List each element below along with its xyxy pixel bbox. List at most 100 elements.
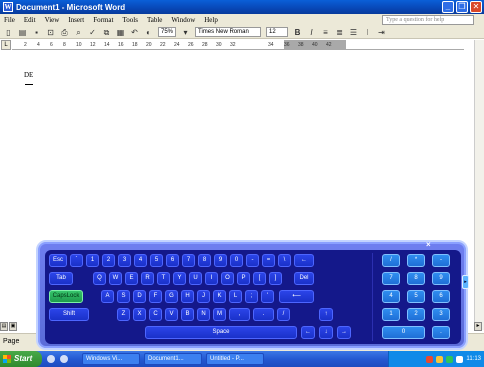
scroll-right-icon[interactable]: ▸ — [474, 322, 482, 331]
key-tab[interactable]: Tab — [49, 272, 73, 285]
key-j[interactable]: J — [197, 290, 210, 303]
key-enter[interactable]: ⟵ — [279, 290, 314, 303]
key-l[interactable]: L — [229, 290, 242, 303]
key-slash[interactable]: / — [277, 308, 290, 321]
font-select[interactable]: Times New Roman — [195, 27, 262, 37]
key-right-bracket[interactable]: ] — [269, 272, 282, 285]
numpad-6[interactable]: 6 — [432, 290, 450, 303]
key-v[interactable]: V — [165, 308, 178, 321]
permission-icon[interactable]: ⊡ — [46, 28, 55, 37]
numpad-multiply[interactable]: * — [407, 254, 425, 267]
menu-insert[interactable]: Insert — [68, 16, 84, 24]
key-minus[interactable]: - — [246, 254, 259, 267]
key-8[interactable]: 8 — [198, 254, 211, 267]
key-space[interactable]: Space — [145, 326, 297, 339]
key-w[interactable]: W — [109, 272, 122, 285]
taskbar-item[interactable]: Windows Vi... — [82, 353, 140, 365]
menu-table[interactable]: Table — [147, 16, 162, 24]
key-esc[interactable]: Esc — [49, 254, 67, 267]
key-capslock[interactable]: CapsLock — [49, 290, 83, 303]
tray-app-icon[interactable] — [426, 355, 434, 363]
vertical-scrollbar[interactable] — [474, 40, 484, 330]
key-4[interactable]: 4 — [134, 254, 147, 267]
bullets-icon[interactable]: ⁝ — [363, 28, 372, 37]
taskbar-item[interactable]: Document1... — [144, 353, 202, 365]
menu-file[interactable]: File — [4, 16, 15, 24]
key-u[interactable]: U — [189, 272, 202, 285]
key-shift[interactable]: Shift — [49, 308, 89, 321]
key-period[interactable]: . — [253, 308, 274, 321]
key-i[interactable]: I — [205, 272, 218, 285]
key-o[interactable]: O — [221, 272, 234, 285]
key-6[interactable]: 6 — [166, 254, 179, 267]
key-9[interactable]: 9 — [214, 254, 227, 267]
quick-launch-icon[interactable] — [60, 355, 68, 363]
key-arrow-down[interactable]: ↓ — [319, 326, 333, 339]
key-b[interactable]: B — [181, 308, 194, 321]
key-comma[interactable]: , — [229, 308, 250, 321]
key-delete[interactable]: Del — [294, 272, 314, 285]
numpad-minus[interactable]: - — [432, 254, 450, 267]
key-d[interactable]: D — [133, 290, 146, 303]
menu-edit[interactable]: Edit — [24, 16, 36, 24]
key-r[interactable]: R — [141, 272, 154, 285]
key-5[interactable]: 5 — [150, 254, 163, 267]
key-0[interactable]: 0 — [230, 254, 243, 267]
numpad-5[interactable]: 5 — [407, 290, 425, 303]
key-arrow-right[interactable]: → — [337, 326, 351, 339]
key-z[interactable]: Z — [117, 308, 130, 321]
key-p[interactable]: P — [237, 272, 250, 285]
tray-app-icon[interactable] — [436, 355, 444, 363]
key-semicolon[interactable]: ; — [245, 290, 258, 303]
key-m[interactable]: M — [213, 308, 226, 321]
save-icon[interactable]: ▪ — [32, 28, 41, 37]
indent-icon[interactable]: ⇥ — [377, 28, 386, 37]
key-equals[interactable]: = — [262, 254, 275, 267]
tray-app-icon[interactable] — [456, 355, 464, 363]
spelling-icon[interactable]: ✓ — [88, 28, 97, 37]
key-7[interactable]: 7 — [182, 254, 195, 267]
key-e[interactable]: E — [125, 272, 138, 285]
start-button[interactable]: Start — [0, 351, 42, 367]
key-backtick[interactable]: ` — [70, 254, 83, 267]
key-backspace[interactable]: ← — [294, 254, 314, 267]
numpad-decimal[interactable]: . — [432, 326, 450, 339]
key-c[interactable]: C — [149, 308, 162, 321]
numpad-8[interactable]: 8 — [407, 272, 425, 285]
normal-view-icon[interactable]: ▤ — [0, 322, 8, 331]
undo-icon[interactable]: ↶ — [130, 28, 139, 37]
font-size-select[interactable]: 12 — [266, 27, 289, 37]
key-arrow-up[interactable]: ↑ — [319, 308, 333, 321]
print-preview-icon[interactable]: ⌕ — [74, 28, 83, 37]
numpad-0[interactable]: 0 — [382, 326, 425, 339]
new-document-icon[interactable]: ▯ — [4, 28, 13, 37]
hyperlink-icon[interactable]: ◐ — [144, 28, 153, 37]
italic-button[interactable]: I — [307, 28, 316, 37]
key-q[interactable]: Q — [93, 272, 106, 285]
align-left-icon[interactable]: ≡ — [321, 28, 330, 37]
key-x[interactable]: X — [133, 308, 146, 321]
numpad-9[interactable]: 9 — [432, 272, 450, 285]
key-left-bracket[interactable]: [ — [253, 272, 266, 285]
menu-view[interactable]: View — [45, 16, 60, 24]
chevron-down-icon[interactable]: ▾ — [181, 28, 190, 37]
copy-icon[interactable]: ⧉ — [102, 28, 111, 37]
print-icon[interactable]: ⎙ — [60, 28, 69, 37]
key-n[interactable]: N — [197, 308, 210, 321]
numbering-icon[interactable]: ☰ — [349, 28, 358, 37]
key-y[interactable]: Y — [173, 272, 186, 285]
numpad-4[interactable]: 4 — [382, 290, 400, 303]
numpad-7[interactable]: 7 — [382, 272, 400, 285]
paste-icon[interactable]: ▦ — [116, 28, 125, 37]
quick-launch-icon[interactable] — [47, 355, 55, 363]
keyboard-side-tab[interactable]: ▸ — [462, 275, 469, 289]
key-f[interactable]: F — [149, 290, 162, 303]
document-text[interactable]: DE — [24, 71, 33, 79]
taskbar-item[interactable]: Untitled - P... — [206, 353, 264, 365]
key-3[interactable]: 3 — [118, 254, 131, 267]
menu-format[interactable]: Format — [93, 16, 113, 24]
key-1[interactable]: 1 — [86, 254, 99, 267]
tab-selector[interactable]: L — [1, 40, 11, 50]
web-view-icon[interactable]: ▣ — [9, 322, 17, 331]
minimize-button[interactable]: _ — [442, 1, 454, 13]
